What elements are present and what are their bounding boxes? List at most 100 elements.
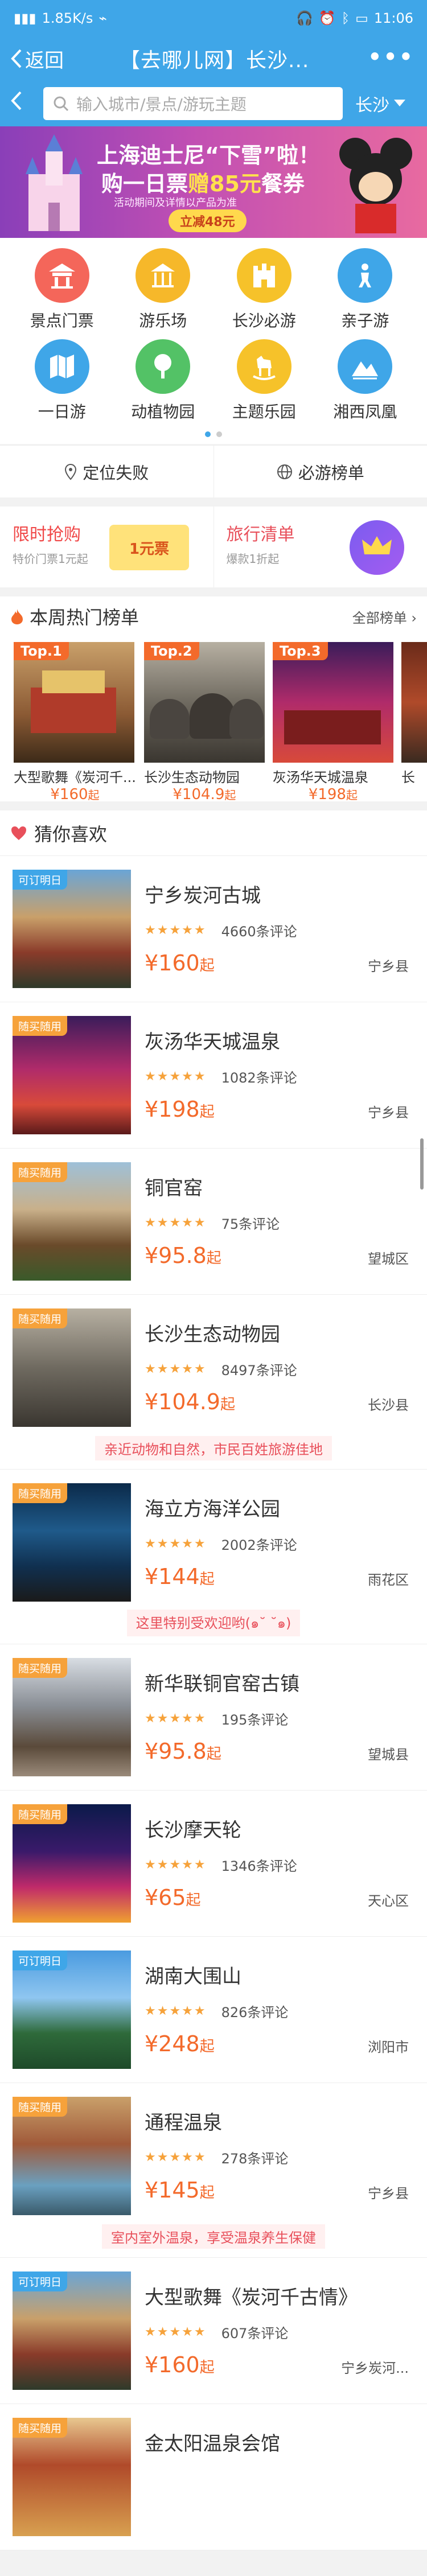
hot-section-title: 本周热门榜单 xyxy=(30,607,139,628)
hot-card-price-value: ¥104.9 xyxy=(173,786,225,801)
list-item-info: 铜官窑 ★★★★★ 75条评论 ¥95.8起 望城区 xyxy=(145,1162,414,1281)
list-item-note: 亲近动物和自然，市民百姓旅游佳地 xyxy=(95,1435,332,1460)
category-label: 主题乐园 xyxy=(232,402,296,421)
hot-card[interactable]: 长 xyxy=(401,642,427,801)
list-item-area: 宁乡县 xyxy=(368,1105,409,1121)
city-label: 长沙 xyxy=(355,96,389,116)
must-visit-label: 必游榜单 xyxy=(298,463,364,483)
list-item-name: 湖南大围山 xyxy=(145,1965,241,1988)
category-item[interactable]: 游乐场 xyxy=(113,248,214,331)
must-visit-button[interactable]: 必游榜单 xyxy=(214,446,427,497)
scrollbar[interactable] xyxy=(420,1138,424,1190)
hot-card-price-value: ¥160 xyxy=(50,786,88,801)
rank-tag: Top.1 xyxy=(14,642,69,660)
category-item[interactable]: 长沙必游 xyxy=(214,248,315,331)
list-item[interactable]: 随买随用 灰汤华天城温泉 ★★★★★ 1082条评论 ¥198起 宁乡县 xyxy=(0,1002,427,1149)
hot-card-price: ¥198起 xyxy=(273,786,393,801)
price-value: ¥65 xyxy=(145,1885,186,1910)
category-label: 亲子游 xyxy=(341,311,389,330)
star-rating-icon: ★★★★★ xyxy=(145,2325,207,2339)
category-item[interactable]: 一日游 xyxy=(11,339,113,422)
list-item[interactable]: 可订明日 大型歌舞《炭河千古情》 ★★★★★ 607条评论 ¥160起 宁乡炭河... xyxy=(0,2258,427,2404)
locate-button[interactable]: 定位失败 xyxy=(0,446,214,497)
travel-list-card[interactable]: 旅行清单 爆款1折起 xyxy=(214,507,427,587)
list-item[interactable]: 随买随用 金太阳温泉会馆 xyxy=(0,2404,427,2550)
rating-row: ★★★★★ 8497条评论 xyxy=(145,1359,414,1379)
caret-down-icon xyxy=(394,100,405,106)
list-item-note-row: 这里特别受欢迎哟(๑˘ ˘๑) xyxy=(13,1602,414,1644)
list-item-name: 宁乡炭河古城 xyxy=(145,884,261,907)
review-count: 195条评论 xyxy=(221,1712,289,1728)
globe-icon xyxy=(277,464,292,479)
price-unit: 起 xyxy=(199,2038,215,2055)
hot-card[interactable]: Top.1 大型歌舞《炭河千... ¥160起 xyxy=(14,642,136,801)
banner-offer: 购一日票赠85元餐券 xyxy=(101,166,305,197)
price-unit: 起 xyxy=(199,1571,215,1588)
flash-sale-card[interactable]: 限时抢购 特价门票1元起 1元票 xyxy=(0,507,214,587)
guess-you-like-header: 猜你喜欢 xyxy=(0,810,427,856)
network-speed: 1.85K/s xyxy=(42,10,93,26)
review-count: 8497条评论 xyxy=(221,1363,297,1378)
list-item-name: 金太阳温泉会馆 xyxy=(145,2433,280,2455)
headset-icon: 🎧 xyxy=(295,10,313,26)
price-unit: 起 xyxy=(206,1746,221,1763)
review-count: 2002条评论 xyxy=(221,1537,297,1553)
category-item[interactable]: 动植物园 xyxy=(113,339,214,422)
list-item[interactable]: 可订明日 湖南大围山 ★★★★★ 826条评论 ¥248起 浏阳市 xyxy=(0,1937,427,2083)
category-label: 动植物园 xyxy=(131,402,195,421)
hot-card[interactable]: Top.2 长沙生态动物园 ¥104.9起 xyxy=(143,642,265,801)
heart-icon xyxy=(11,826,26,840)
list-item-area: 浏阳市 xyxy=(368,2039,409,2055)
category-item[interactable]: 景点门票 xyxy=(11,248,113,331)
rating-row: ★★★★★ 1346条评论 xyxy=(145,1855,414,1875)
category-item[interactable]: 主题乐园 xyxy=(214,339,315,422)
hot-section-header: 本周热门榜单 全部榜单 › xyxy=(0,596,427,636)
list-item-spacer xyxy=(13,1776,414,1790)
tree-icon xyxy=(136,339,191,394)
availability-badge: 可订明日 xyxy=(13,1950,68,1970)
promo-banner[interactable]: 上海迪士尼“下雪”啦！ 购一日票赠85元餐券 活动期间及详情以产品为准 立减48… xyxy=(0,126,427,238)
hot-list: Top.1 大型歌舞《炭河千... ¥160起 Top.2 长沙生态动物园 ¥1… xyxy=(0,636,427,801)
city-selector[interactable]: 长沙 xyxy=(355,91,405,116)
list-item[interactable]: 随买随用 铜官窑 ★★★★★ 75条评论 ¥95.8起 望城区 xyxy=(0,1149,427,1295)
list-item-area: 雨花区 xyxy=(368,1572,409,1588)
list-item-image: 随买随用 xyxy=(13,2097,131,2215)
availability-badge: 可订明日 xyxy=(13,870,68,890)
list-item-price: ¥65起 xyxy=(145,1885,201,1910)
list-item[interactable]: 随买随用 海立方海洋公园 ★★★★★ 2002条评论 ¥144起 雨花区 这里特别受欢迎哟(… xyxy=(0,1470,427,1644)
list-item[interactable]: 可订明日 宁乡炭河古城 ★★★★★ 4660条评论 ¥160起 宁乡县 xyxy=(0,856,427,1002)
list-item-image: 随买随用 xyxy=(13,1658,131,1776)
back-button[interactable]: 返回 xyxy=(10,45,64,73)
list-item[interactable]: 随买随用 长沙生态动物园 ★★★★★ 8497条评论 ¥104.9起 长沙县亲近动物和自然… xyxy=(0,1295,427,1470)
recommend-list: 可订明日 宁乡炭河古城 ★★★★★ 4660条评论 ¥160起 宁乡县 随买随用 灰汤华天城温… xyxy=(0,856,427,2550)
carousel-icon xyxy=(136,248,191,303)
back-label: 返回 xyxy=(25,49,64,72)
list-item[interactable]: 随买随用 通程温泉 ★★★★★ 278条评论 ¥145起 宁乡县 室内室外温泉，享受温泉养生… xyxy=(0,2083,427,2258)
more-icon[interactable]: ••• xyxy=(368,44,414,69)
price-value: ¥95.8 xyxy=(145,1739,207,1764)
price-unit: 起 xyxy=(199,2359,215,2376)
category-item[interactable]: 湘西凤凰 xyxy=(315,339,416,422)
search-back-button[interactable] xyxy=(10,90,35,117)
search-bar: 输入城市/景点/游玩主题 长沙 xyxy=(0,81,427,126)
category-item[interactable]: 亲子游 xyxy=(315,248,416,331)
all-rankings-link[interactable]: 全部榜单 › xyxy=(352,607,417,627)
list-item[interactable]: 随买随用 长沙摩天轮 ★★★★★ 1346条评论 ¥65起 天心区 xyxy=(0,1791,427,1937)
list-item-info: 长沙生态动物园 ★★★★★ 8497条评论 ¥104.9起 长沙县 xyxy=(145,1308,414,1427)
hot-card[interactable]: Top.3 灰汤华天城温泉 ¥198起 xyxy=(272,642,393,801)
locate-label: 定位失败 xyxy=(83,463,149,483)
castle-illustration xyxy=(26,134,83,231)
availability-badge: 随买随用 xyxy=(13,1308,68,1328)
all-rankings-label: 全部榜单 xyxy=(352,610,407,626)
price-value: ¥145 xyxy=(145,2178,200,2203)
search-input[interactable]: 输入城市/景点/游玩主题 xyxy=(43,87,343,120)
list-item-area: 长沙县 xyxy=(368,1397,409,1413)
list-item-info: 宁乡炭河古城 ★★★★★ 4660条评论 ¥160起 宁乡县 xyxy=(145,870,414,988)
banner-offer-pre: 购一日票 xyxy=(101,171,188,196)
list-item-price: ¥248起 xyxy=(145,2031,215,2056)
usb-icon: ⌁ xyxy=(98,10,107,26)
list-item-name: 灰汤华天城温泉 xyxy=(145,1031,280,1054)
banner-cta-button[interactable]: 立减48元 xyxy=(169,209,247,232)
list-item-image: 可订明日 xyxy=(13,1950,131,2069)
list-item[interactable]: 随买随用 新华联铜官窑古镇 ★★★★★ 195条评论 ¥95.8起 望城县 xyxy=(0,1644,427,1791)
